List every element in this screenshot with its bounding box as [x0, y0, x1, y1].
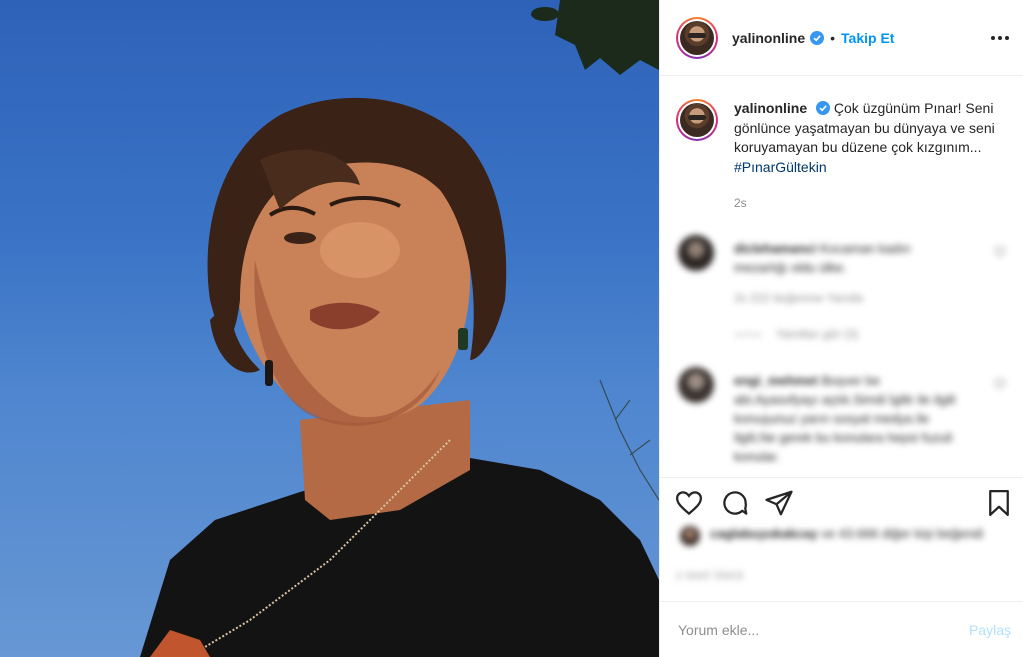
author-username[interactable]: yalinonline	[732, 30, 805, 46]
comment-meta: 2s 222 beğenme Yanıtla	[734, 291, 863, 305]
comment-composer: Paylaş	[660, 601, 1023, 657]
follow-button[interactable]: Takip Et	[841, 30, 894, 46]
comment-like-icon[interactable]	[994, 377, 1006, 390]
commenter-avatar[interactable]	[678, 235, 714, 271]
share-icon[interactable]	[764, 488, 794, 518]
heart-icon[interactable]	[674, 488, 704, 518]
likes-text: caglabuyukakcay ve 43.666 diğer kişi beğ…	[710, 524, 990, 543]
more-dots-icon[interactable]	[990, 28, 1010, 48]
comment-icon[interactable]	[720, 488, 750, 518]
verified-badge-icon	[816, 101, 831, 115]
author-avatar[interactable]	[676, 16, 718, 59]
liker-avatar	[680, 526, 700, 546]
comment-text: diclehamanci Kocaman kadın mezarlığı old…	[734, 239, 964, 277]
commenter-username[interactable]: engi_mehmet	[734, 373, 818, 388]
view-replies-link[interactable]: Yanıtları gör (3)	[734, 327, 858, 341]
caption-text: yalinonline Çok üzgünüm Pınar! Seni gönl…	[734, 99, 1004, 177]
separator-dot: •	[830, 29, 836, 46]
comment-text: engi_mehmet Boşver be abi.Ayasofyayı açt…	[734, 371, 964, 466]
comments-scroll-area[interactable]: yalinonline Çok üzgünüm Pınar! Seni gönl…	[660, 77, 1023, 475]
comment-like-icon[interactable]	[994, 245, 1006, 258]
post-actions-bar	[660, 477, 1023, 527]
caption-time: 2s	[734, 196, 747, 210]
post-date: 2 SAAT ÖNCE	[676, 571, 745, 582]
post-comment-button[interactable]: Paylaş	[969, 622, 1011, 638]
commenter-username[interactable]: diclehamanci	[734, 241, 816, 256]
comment-input[interactable]	[678, 620, 948, 640]
post-caption: yalinonline Çok üzgünüm Pınar! Seni gönl…	[676, 99, 1006, 177]
caption-hashtag[interactable]: #PınarGültekin	[734, 159, 827, 175]
post-photo-illustration	[140, 0, 659, 657]
caption-avatar[interactable]	[676, 99, 718, 141]
post-photo[interactable]	[0, 0, 659, 657]
post-side-panel: yalinonline • Takip Et yalinonline Çok ü…	[659, 0, 1023, 657]
likes-count-text: ve 43.666 diğer kişi beğendi	[821, 526, 984, 541]
caption-username[interactable]: yalinonline	[734, 100, 807, 116]
bookmark-icon[interactable]	[984, 488, 1014, 518]
liker-username[interactable]: caglabuyukakcay	[710, 526, 818, 541]
post-header: yalinonline • Takip Et	[660, 0, 1023, 76]
verified-badge-icon	[810, 30, 825, 45]
commenter-avatar[interactable]	[678, 367, 714, 403]
